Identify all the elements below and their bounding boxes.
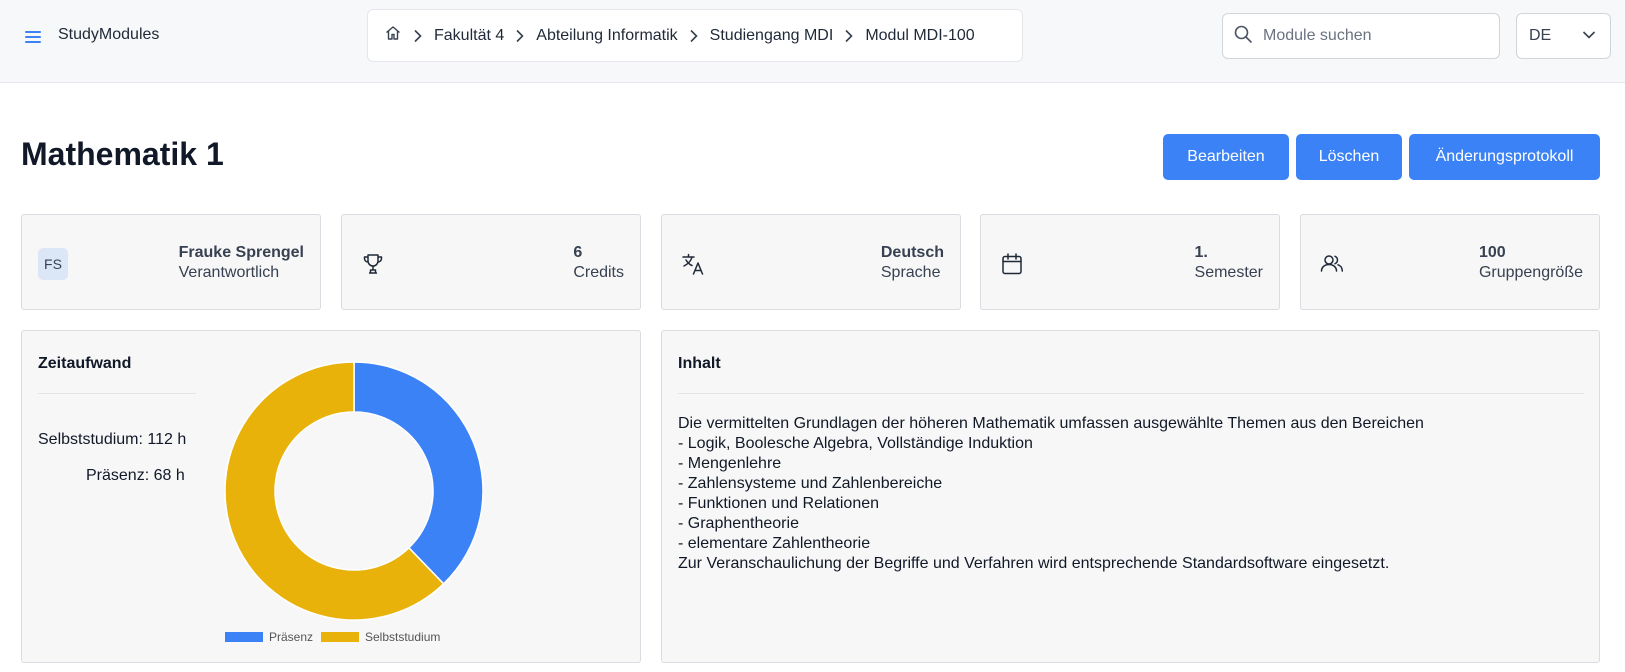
workload-title: Zeitaufwand — [38, 355, 132, 372]
workload-panel: Zeitaufwand Selbststudium: 112 h Präsenz… — [21, 330, 641, 663]
chevron-right-icon — [844, 29, 854, 43]
stat-value: Deutsch — [880, 244, 944, 261]
content-line: - elementare Zahlentheorie — [678, 535, 871, 552]
stat-label: Semester — [1194, 264, 1263, 281]
content-line: Die vermittelten Grundlagen der höheren … — [678, 415, 1424, 432]
delete-button[interactable]: Löschen — [1296, 134, 1402, 180]
content-line: Zur Veranschaulichung der Begriffe und V… — [678, 555, 1390, 572]
search-icon — [1233, 24, 1253, 49]
stat-value: 100 — [1478, 244, 1506, 261]
workload-donut-chart: Präsenz Selbststudium — [224, 361, 484, 644]
edit-button[interactable]: Bearbeiten — [1163, 134, 1289, 180]
stat-label: Gruppengröße — [1478, 264, 1583, 281]
content-panel: Inhalt Die vermittelten Grundlagen der h… — [661, 330, 1600, 663]
breadcrumb-item-department[interactable]: Abteilung Informatik — [536, 27, 677, 45]
content-line: - Graphentheorie — [678, 515, 799, 532]
legend-swatch[interactable] — [225, 632, 263, 642]
breadcrumb-item-module[interactable]: Modul MDI-100 — [865, 27, 974, 45]
content-line: - Mengenlehre — [678, 455, 782, 472]
stat-value: 6 — [573, 244, 583, 261]
stat-label: Credits — [573, 264, 624, 281]
page-title: Mathematik 1 — [21, 136, 224, 172]
changelog-button[interactable]: Änderungsprotokoll — [1409, 134, 1600, 180]
stat-value: Frauke Sprengel — [178, 244, 304, 261]
stat-card-group-size: 100 Gruppengröße — [1300, 214, 1600, 310]
self-study-label: Selbststudium: — [38, 431, 143, 448]
trophy-icon — [358, 249, 388, 279]
stat-card-semester: 1. Semester — [980, 214, 1280, 310]
legend-label[interactable]: Präsenz — [269, 630, 313, 644]
presence-row: Präsenz: 68 h — [86, 467, 185, 485]
users-icon — [1317, 249, 1347, 279]
presence-label: Präsenz: — [86, 467, 150, 484]
self-study-value: 112 h — [147, 431, 187, 448]
content-line: - Logik, Boolesche Algebra, Vollständige… — [678, 435, 1033, 452]
breadcrumb-home[interactable] — [384, 24, 402, 47]
top-bar: StudyModules Fakultät 4 Abteilung Inform… — [0, 0, 1625, 83]
content-title: Inhalt — [678, 355, 721, 372]
stat-card-credits: 6 Credits — [341, 214, 641, 310]
legend-swatch[interactable] — [321, 632, 359, 642]
chevron-down-icon — [1582, 27, 1596, 45]
hamburger-menu-icon[interactable] — [22, 26, 44, 48]
legend-label[interactable]: Selbststudium — [365, 630, 440, 644]
avatar-initials: FS — [38, 248, 68, 280]
donut-slice-presence[interactable] — [353, 361, 484, 585]
breadcrumb-item-program[interactable]: Studiengang MDI — [710, 27, 834, 45]
chevron-right-icon — [689, 29, 699, 43]
stat-label: Sprache — [880, 264, 941, 281]
divider — [38, 393, 196, 394]
breadcrumb-item-faculty[interactable]: Fakultät 4 — [434, 27, 504, 45]
stat-card-language: Deutsch Sprache — [661, 214, 961, 310]
breadcrumb: Fakultät 4 Abteilung Informatik Studieng… — [367, 9, 1023, 62]
chevron-right-icon — [413, 29, 423, 43]
content-text: Die vermittelten Grundlagen der höheren … — [678, 414, 1424, 574]
content-line: - Zahlensysteme und Zahlenbereiche — [678, 475, 943, 492]
stat-value: 1. — [1194, 244, 1208, 261]
home-icon — [384, 24, 402, 47]
stat-card-responsible: FS Frauke Sprengel Verantwortlich — [21, 214, 321, 310]
stat-label: Verantwortlich — [178, 264, 280, 281]
divider — [678, 393, 1584, 394]
content-line: - Funktionen und Relationen — [678, 495, 880, 512]
chevron-right-icon — [515, 29, 525, 43]
search-input[interactable] — [1263, 27, 1483, 45]
app-name[interactable]: StudyModules — [58, 26, 159, 44]
language-select-value: DE — [1529, 27, 1552, 44]
presence-value: 68 h — [153, 467, 185, 484]
search-box — [1222, 13, 1500, 59]
avatar: FS — [38, 248, 68, 280]
self-study-row: Selbststudium: 112 h — [38, 431, 186, 449]
calendar-icon — [997, 249, 1027, 279]
language-select[interactable]: DE — [1516, 13, 1611, 59]
translate-icon — [678, 249, 708, 279]
